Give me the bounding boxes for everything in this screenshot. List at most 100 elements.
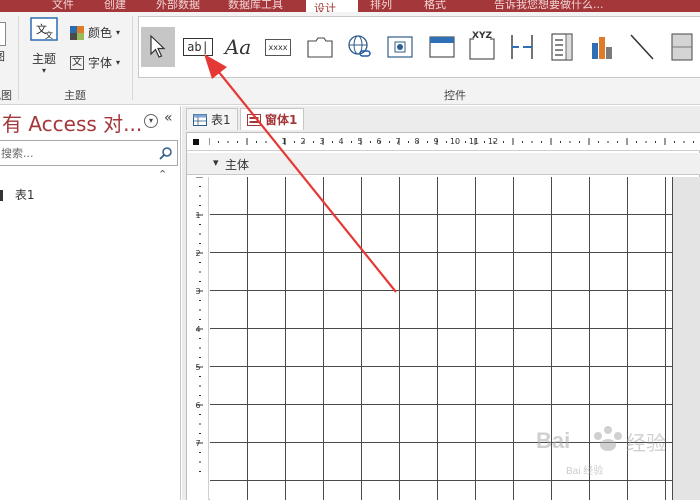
view-icon[interactable]: [0, 22, 6, 46]
ruler-label: 6: [195, 401, 200, 410]
search-input[interactable]: 搜索...: [1, 145, 34, 161]
font-icon: 文: [70, 55, 84, 70]
watermark-text: Bai 经验: [566, 466, 604, 477]
toggle-button-icon: [671, 33, 693, 61]
ruler-label: 2: [195, 249, 200, 258]
ruler-label: 1: [195, 211, 200, 220]
fonts-button[interactable]: 文 字体 ▾: [70, 54, 120, 71]
nav-menu-chevron-icon[interactable]: ▾: [144, 114, 158, 128]
vertical-ruler-ticks: 1 2 3 4 5 6 7: [195, 176, 203, 472]
ruler-label: 8: [414, 137, 419, 146]
ruler-label: 5: [357, 137, 362, 146]
tell-me-box[interactable]: 告诉我您想要做什么...: [494, 0, 604, 12]
horizontal-ruler-ticks: 1 2 3 4 5 6 7 8 9 10 11 12: [209, 137, 694, 146]
tab-format[interactable]: 格式: [424, 0, 446, 12]
view-group-label: 视图: [0, 89, 12, 102]
collapse-group-icon[interactable]: ⌃: [158, 168, 167, 181]
list-box-icon: [551, 33, 573, 61]
controls-gallery: ab| Aa xxxx XYZ: [138, 16, 700, 78]
tab-database-tools[interactable]: 数据库工具: [228, 0, 283, 12]
view-label-fragment: 图: [0, 48, 5, 64]
tab-control-tool[interactable]: [303, 27, 337, 67]
command-button-icon: xxxx: [264, 38, 292, 56]
ruler-label: 7: [395, 137, 400, 146]
tab-file[interactable]: 文件: [52, 0, 74, 12]
tab-form1-label: 窗体1: [265, 113, 298, 127]
web-browser-tool[interactable]: [383, 27, 417, 67]
vertical-ruler: 1 2 3 4 5 6 7: [187, 176, 209, 500]
combo-box-tool[interactable]: [545, 27, 579, 67]
select-tool[interactable]: [141, 27, 175, 67]
tab-arrange[interactable]: 排列: [370, 0, 392, 12]
tab-control-icon: [307, 37, 333, 58]
ruler-label: 4: [195, 325, 200, 334]
form-selector-box[interactable]: [193, 139, 199, 145]
ribbon: 图 视图 文 文 主题 ▾ 颜色 ▾ 文 字体 ▾: [0, 12, 700, 105]
ruler-label: 3: [195, 287, 200, 296]
theme-label: 主题: [32, 52, 57, 66]
ruler-label: 3: [319, 137, 324, 146]
chevron-down-icon: ▾: [116, 28, 121, 37]
ruler-label: 11: [469, 137, 479, 146]
svg-text:经验: 经验: [626, 431, 666, 455]
navigation-control-icon: [429, 36, 455, 58]
textbox-icon: ab|: [183, 38, 213, 56]
textbox-tool[interactable]: ab|: [181, 27, 215, 67]
ruler-label: 10: [450, 137, 460, 146]
nav-pane-title[interactable]: 有 Access 对...: [2, 108, 142, 137]
option-group-label: XYZ: [472, 31, 492, 41]
tab-external-data[interactable]: 外部数据: [156, 0, 200, 12]
label-tool[interactable]: Aa: [221, 27, 255, 67]
group-separator: [18, 16, 19, 100]
baidu-watermark: Bai 经验 Bai 经验: [528, 414, 678, 488]
chart-tool[interactable]: [585, 27, 619, 67]
fonts-label: 字体: [88, 56, 113, 70]
colors-button[interactable]: 颜色 ▾: [70, 24, 120, 41]
colors-label: 颜色: [88, 26, 113, 40]
detail-section-bar[interactable]: ▾ 主体: [187, 153, 700, 175]
page-break-tool[interactable]: [505, 27, 539, 67]
chevron-down-icon: ▾: [42, 66, 47, 75]
ribbon-tab-strip: 文件 创建 外部数据 数据库工具 设计 排列 格式 告诉我您想要做什么...: [0, 0, 700, 12]
ruler-label: 4: [338, 137, 343, 146]
option-group-tool[interactable]: XYZ: [465, 27, 499, 67]
tab-table1-label: 表1: [211, 113, 231, 127]
ruler-label: 12: [488, 137, 498, 146]
bar-chart-icon: [592, 37, 612, 59]
ruler-label: 9: [433, 137, 438, 146]
navigation-tool[interactable]: [425, 27, 459, 67]
group-separator: [132, 16, 133, 100]
navigation-pane: 有 Access 对... ▾ « 搜索... ⌃ 表1: [0, 106, 181, 500]
tab-design[interactable]: 设计: [306, 0, 358, 12]
svg-text:Bai: Bai: [536, 428, 570, 453]
tab-table1[interactable]: 表1: [186, 108, 238, 130]
globe-link-icon: [348, 35, 371, 57]
ruler-label: 6: [376, 137, 381, 146]
nav-search-box[interactable]: 搜索...: [0, 140, 178, 166]
chevron-down-icon: ▾: [116, 58, 121, 67]
form-icon: [247, 113, 261, 126]
nav-item-table1[interactable]: 表1: [0, 186, 34, 203]
web-browser-icon: [387, 36, 413, 58]
svg-text:文: 文: [45, 30, 53, 40]
search-icon[interactable]: [159, 146, 173, 160]
tab-form1[interactable]: 窗体1: [240, 108, 305, 130]
label-icon: Aa: [224, 35, 252, 59]
ruler-label: 5: [195, 363, 200, 372]
controls-group-label: 控件: [444, 89, 466, 102]
table-icon: [193, 113, 207, 126]
hyperlink-tool[interactable]: [343, 27, 377, 67]
ruler-label: 7: [195, 439, 200, 448]
collapse-pane-icon[interactable]: «: [164, 110, 173, 126]
pointer-arrow-icon: [150, 34, 166, 58]
theme-button[interactable]: 文 文 主题 ▾: [28, 16, 62, 80]
page-break-icon: [511, 35, 533, 59]
toggle-tool[interactable]: [665, 27, 699, 67]
button-tool[interactable]: xxxx: [261, 27, 295, 67]
tab-create[interactable]: 创建: [104, 0, 126, 12]
theme-icon: 文 文: [30, 17, 58, 41]
line-tool[interactable]: [625, 27, 659, 67]
theme-group-label: 主题: [64, 89, 86, 102]
section-marker-icon: ▾: [213, 156, 219, 169]
nav-item-label: 表1: [14, 188, 35, 202]
